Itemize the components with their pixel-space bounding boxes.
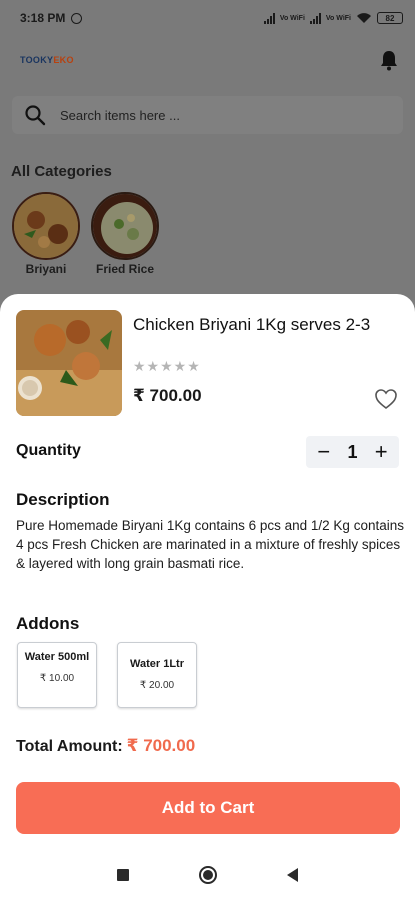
status-icons: Vo WiFi Vo WiFi 82 <box>263 12 403 24</box>
product-bottom-sheet: Chicken Briyani 1Kg serves 2-3 ★★★★★ ₹ 7… <box>0 294 415 850</box>
signal-icon-2 <box>309 12 321 24</box>
addon-card-water-1ltr[interactable]: Water 1Ltr ₹ 20.00 <box>117 642 197 708</box>
addon-price: ₹ 10.00 <box>39 673 75 684</box>
categories-title: All Categories <box>11 163 112 180</box>
total-value: ₹ 700.00 <box>126 736 196 755</box>
search-input[interactable] <box>60 107 360 123</box>
addon-price: ₹ 20.00 <box>139 680 175 691</box>
product-image <box>16 310 122 416</box>
app-logo: TOOKYEKO <box>20 55 74 65</box>
status-time: 3:18 PM <box>20 11 66 25</box>
product-price: ₹ 700.00 <box>133 386 202 405</box>
addon-card-water-500ml[interactable]: Water 500ml ₹ 10.00 <box>17 642 97 708</box>
total-label: Total Amount: <box>16 738 123 755</box>
app-header: TOOKYEKO <box>0 42 415 78</box>
home-icon[interactable] <box>199 866 217 884</box>
addon-name: Water 1Ltr <box>130 658 184 670</box>
back-icon[interactable] <box>287 868 298 882</box>
quantity-value: 1 <box>347 441 358 462</box>
category-label: Briyani <box>25 262 67 276</box>
system-nav-bar <box>0 850 415 900</box>
category-fried-rice[interactable]: Fried Rice <box>90 192 160 276</box>
logo-text-2: EKO <box>53 55 74 65</box>
product-name: Chicken Briyani 1Kg serves 2-3 <box>133 315 371 334</box>
volte-label: Vo WiFi <box>279 14 305 22</box>
addon-name: Water 500ml <box>24 651 90 663</box>
increment-button[interactable]: + <box>369 441 393 463</box>
rating-stars: ★★★★★ <box>133 358 201 374</box>
category-briyani[interactable]: Briyani <box>11 192 81 276</box>
description-text: Pure Homemade Biryani 1Kg contains 6 pcs… <box>16 518 404 571</box>
battery-icon: 82 <box>377 12 403 24</box>
wifi-icon <box>357 13 371 23</box>
status-bar: 3:18 PM Vo WiFi Vo WiFi 82 <box>0 0 415 36</box>
volte-label-2: Vo WiFi <box>325 14 351 22</box>
total-amount: Total Amount: ₹ 700.00 <box>16 736 195 756</box>
search-icon <box>25 105 46 126</box>
logo-text-1: TOOKY <box>20 55 54 65</box>
recents-icon[interactable] <box>117 869 129 881</box>
bell-icon[interactable] <box>379 49 399 71</box>
search-bar[interactable] <box>12 96 403 134</box>
quantity-stepper: − 1 + <box>306 436 399 468</box>
category-label: Fried Rice <box>95 262 155 276</box>
data-saver-icon <box>71 12 83 24</box>
category-image <box>12 192 80 260</box>
decrement-button[interactable]: − <box>312 441 336 463</box>
add-to-cart-button[interactable]: Add to Cart <box>16 782 400 834</box>
category-image <box>91 192 159 260</box>
quantity-label: Quantity <box>16 442 81 459</box>
heart-icon[interactable] <box>374 388 398 410</box>
addons-title: Addons <box>16 614 80 633</box>
signal-icon <box>263 12 275 24</box>
description-title: Description <box>16 490 110 509</box>
